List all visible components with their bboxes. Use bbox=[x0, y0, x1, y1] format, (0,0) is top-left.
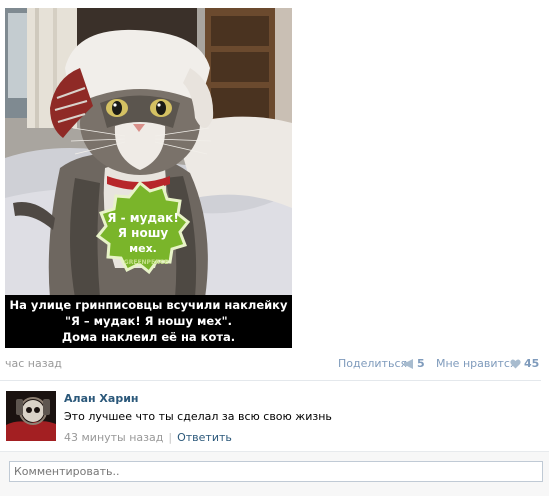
separator: | bbox=[168, 431, 173, 444]
sticker-watermark: GREENPEACE bbox=[124, 259, 168, 266]
sticker-line-2: Я ношу bbox=[118, 226, 169, 240]
post-time[interactable]: час назад bbox=[5, 357, 62, 370]
heart-icon[interactable] bbox=[510, 359, 521, 369]
comment-author[interactable]: Алан Харин bbox=[64, 392, 139, 405]
comment-time[interactable]: 43 минуты назад bbox=[64, 431, 163, 444]
sticker-line-3: мех. bbox=[129, 242, 157, 255]
megaphone-icon[interactable] bbox=[403, 359, 415, 369]
caption-line-3: Дома наклеил её на кота. bbox=[61, 330, 236, 344]
photo-caption: На улице гринписовцы всучили наклейку "Я… bbox=[5, 295, 292, 348]
caption-line-1: На улице гринписовцы всучили наклейку bbox=[9, 298, 288, 312]
caption-line-2: "Я – мудак! Я ношу мех". bbox=[65, 314, 232, 328]
comment-form bbox=[0, 451, 549, 496]
post-photo[interactable]: Я - мудак! Я ношу мех. GREENPEACE На ули… bbox=[5, 8, 292, 348]
comment-text: Это лучшее что ты сделал за всю свою жиз… bbox=[64, 410, 332, 423]
like-button[interactable]: Мне нравится bbox=[436, 357, 517, 370]
share-count[interactable]: 5 bbox=[417, 357, 425, 370]
comment-input[interactable] bbox=[9, 461, 543, 482]
sticker-line-1: Я - мудак! bbox=[107, 211, 179, 225]
share-button[interactable]: Поделиться bbox=[338, 357, 407, 370]
divider bbox=[0, 380, 541, 381]
reply-button[interactable]: Ответить bbox=[177, 431, 232, 444]
comment-meta: 43 минуты назад | Ответить bbox=[64, 431, 232, 444]
avatar-image bbox=[6, 391, 56, 441]
like-count[interactable]: 45 bbox=[524, 357, 539, 370]
avatar[interactable] bbox=[6, 391, 56, 441]
post-meta-row: час назад Поделиться 5 Мне нравится 45 bbox=[5, 356, 539, 372]
